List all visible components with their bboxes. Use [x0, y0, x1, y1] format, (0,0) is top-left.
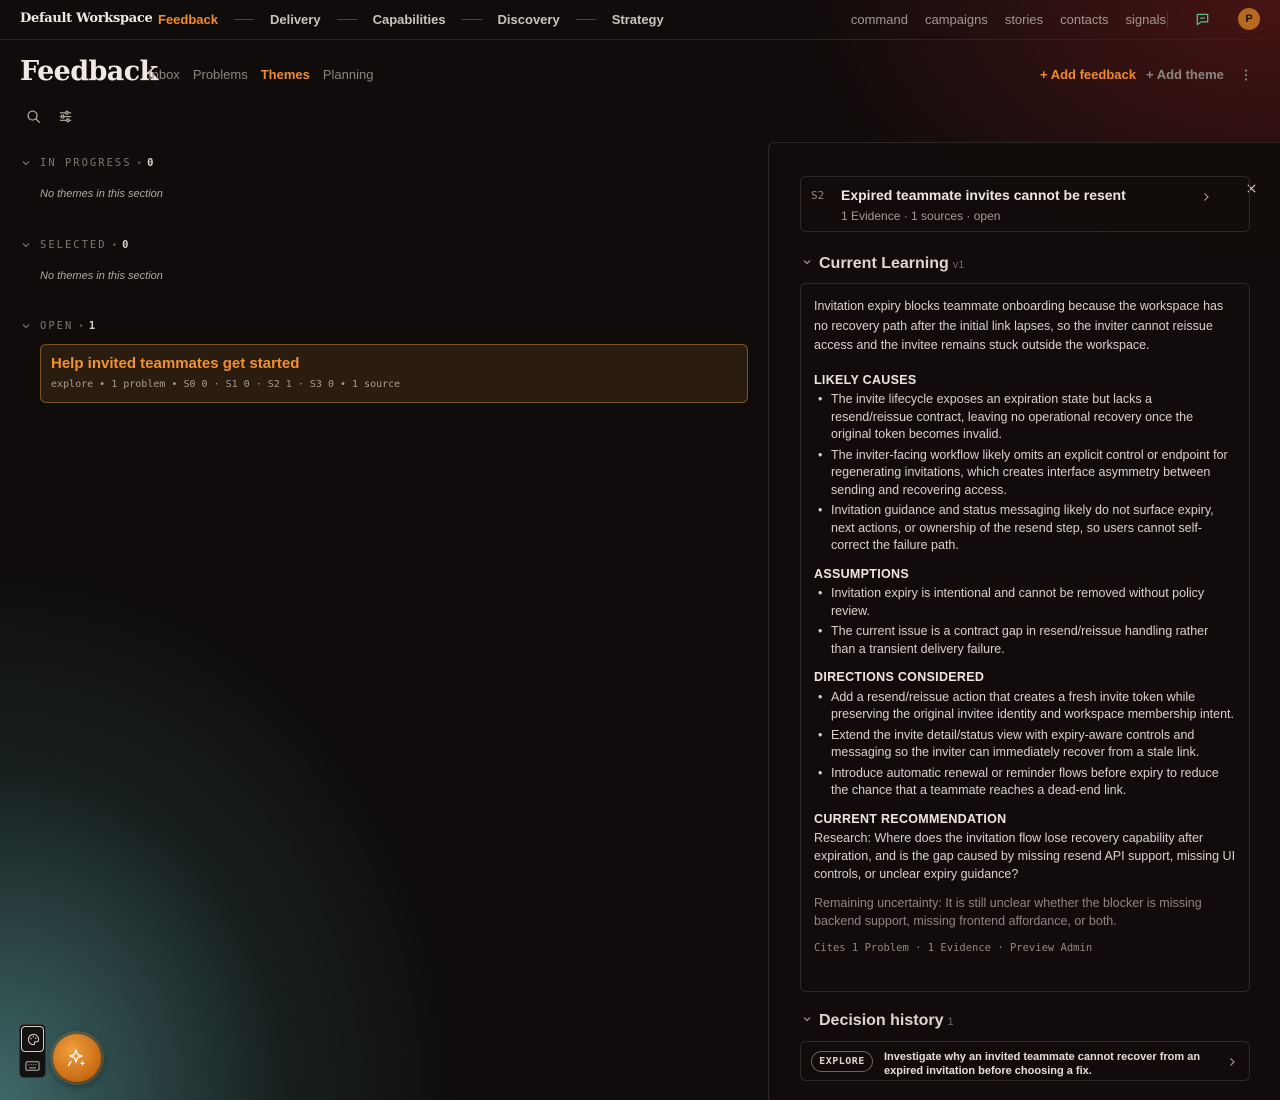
- divider: [1167, 12, 1168, 28]
- likely-causes-heading: LIKELY CAUSES: [814, 372, 917, 387]
- directions-heading: DIRECTIONS CONSIDERED: [814, 670, 985, 684]
- tab-problems[interactable]: Problems: [193, 67, 248, 82]
- list-item: The inviter-facing workflow likely omits…: [814, 447, 1236, 500]
- nav-contacts[interactable]: contacts: [1060, 12, 1108, 27]
- section-count: 0: [147, 157, 154, 169]
- list-item: Introduce automatic renewal or reminder …: [814, 765, 1236, 800]
- theme-detail-panel: S2 Expired teammate invites cannot be re…: [768, 142, 1280, 1100]
- section-open: OPEN • 1 Help invited teammates get star…: [20, 318, 750, 403]
- section-header[interactable]: SELECTED • 0: [20, 237, 750, 253]
- nav-capabilities[interactable]: Capabilities: [373, 12, 446, 27]
- decision-badge: EXPLORE: [811, 1051, 873, 1072]
- list-item: Invitation guidance and status messaging…: [814, 502, 1236, 555]
- section-title: IN PROGRESS: [40, 157, 132, 169]
- nav-separator: [461, 19, 482, 20]
- nav-separator: [233, 19, 254, 20]
- chevron-down-icon[interactable]: [20, 320, 32, 332]
- keyboard-icon[interactable]: [25, 1060, 40, 1072]
- nav-separator: [575, 19, 596, 20]
- ai-assistant-button[interactable]: [53, 1034, 101, 1082]
- decision-text: Investigate why an invited teammate cann…: [884, 1051, 1201, 1077]
- floating-toolbar: [19, 1024, 46, 1078]
- nav-strategy[interactable]: Strategy: [612, 12, 664, 27]
- learning-summary: Invitation expiry blocks teammate onboar…: [814, 299, 1224, 352]
- list-item: Add a resend/reissue action that creates…: [814, 689, 1236, 724]
- separator-dot: •: [112, 239, 117, 251]
- search-icon[interactable]: [26, 109, 41, 124]
- palette-button[interactable]: [21, 1026, 44, 1052]
- chevron-down-icon[interactable]: [20, 157, 32, 169]
- section-title: SELECTED: [40, 239, 107, 251]
- chevron-down-icon[interactable]: [801, 256, 813, 268]
- list-item: The current issue is a contract gap in r…: [814, 623, 1236, 658]
- add-theme-button[interactable]: + Add theme: [1146, 67, 1224, 82]
- page-title: Feedback: [20, 56, 158, 87]
- theme-meta: explore • 1 problem • S0 0 · S1 0 · S2 1…: [51, 379, 401, 390]
- problem-card[interactable]: S2 Expired teammate invites cannot be re…: [800, 176, 1250, 232]
- nav-separator: [336, 19, 357, 20]
- separator-dot: •: [137, 157, 142, 169]
- assumptions-heading: ASSUMPTIONS: [814, 566, 909, 581]
- severity-label: S2: [811, 189, 825, 202]
- section-in-progress: IN PROGRESS • 0 No themes in this sectio…: [20, 155, 750, 200]
- tab-inbox[interactable]: Inbox: [148, 67, 180, 82]
- feedback-tabs: Inbox Problems Themes Planning: [148, 67, 373, 82]
- nav-command[interactable]: command: [851, 12, 908, 27]
- list-item: Extend the invite detail/status view wit…: [814, 727, 1236, 762]
- section-count: 1: [88, 320, 96, 332]
- decision-count: 1: [947, 1016, 954, 1028]
- palette-icon: [27, 1033, 40, 1046]
- nav-discovery[interactable]: Discovery: [498, 12, 560, 27]
- list-item: The invite lifecycle exposes an expirati…: [814, 391, 1236, 444]
- nav-stories[interactable]: stories: [1005, 12, 1043, 27]
- nav-delivery[interactable]: Delivery: [270, 12, 321, 27]
- secondary-nav: command campaigns stories contacts signa…: [851, 12, 1166, 27]
- nav-feedback[interactable]: Feedback: [158, 12, 218, 27]
- top-bar: Default Workspace Feedback Delivery Capa…: [0, 0, 1280, 40]
- recommendation-text: Research: Where does the invitation flow…: [814, 831, 1236, 881]
- theme-title: Help invited teammates get started: [51, 355, 300, 372]
- citations: Cites 1 Problem · 1 Evidence · Preview A…: [814, 942, 1093, 955]
- empty-message: No themes in this section: [40, 270, 163, 282]
- nav-campaigns[interactable]: campaigns: [925, 12, 988, 27]
- section-header[interactable]: OPEN • 1: [20, 318, 750, 334]
- decision-history-header[interactable]: Decision history 1: [801, 1012, 954, 1030]
- chevron-right-icon: [1204, 193, 1209, 201]
- chevron-down-icon[interactable]: [20, 239, 32, 251]
- section-header[interactable]: IN PROGRESS • 0: [20, 155, 750, 171]
- separator-dot: •: [79, 320, 83, 332]
- directions-list: Add a resend/reissue action that creates…: [814, 689, 1236, 800]
- current-learning-title: Current Learning: [819, 255, 949, 272]
- version-label: v1: [952, 259, 965, 271]
- chevron-down-icon[interactable]: [801, 1013, 813, 1025]
- assumptions-list: Invitation expiry is intentional and can…: [814, 585, 1236, 658]
- recommendation-heading: CURRENT RECOMMENDATION: [814, 811, 1007, 826]
- more-options-icon[interactable]: [1242, 67, 1250, 83]
- list-item: Invitation expiry is intentional and can…: [814, 585, 1236, 620]
- theme-card[interactable]: Help invited teammates get started explo…: [40, 344, 748, 403]
- empty-message: No themes in this section: [40, 188, 163, 200]
- avatar[interactable]: P: [1238, 8, 1260, 30]
- decision-item[interactable]: EXPLORE Investigate why an invited teamm…: [800, 1041, 1250, 1081]
- chat-icon[interactable]: [1195, 12, 1210, 27]
- current-learning-header[interactable]: Current Learning v1: [801, 255, 964, 273]
- likely-causes-list: The invite lifecycle exposes an expirati…: [814, 391, 1236, 555]
- sparkle-icon: [67, 1049, 86, 1067]
- uncertainty-text: Remaining uncertainty: It is still uncle…: [814, 896, 1202, 929]
- problem-meta: 1 Evidence · 1 sources · open: [841, 209, 1001, 223]
- add-feedback-button[interactable]: + Add feedback: [1040, 67, 1136, 82]
- learning-card: Invitation expiry blocks teammate onboar…: [800, 283, 1250, 992]
- problem-title: Expired teammate invites cannot be resen…: [841, 187, 1126, 203]
- workspace-name[interactable]: Default Workspace: [20, 11, 153, 26]
- filter-sliders-icon[interactable]: [58, 109, 73, 124]
- tab-themes[interactable]: Themes: [261, 67, 310, 82]
- section-selected: SELECTED • 0 No themes in this section: [20, 237, 750, 282]
- section-count: 0: [122, 239, 129, 251]
- main-nav: Feedback Delivery Capabilities Discovery…: [158, 12, 664, 27]
- chevron-right-icon: [1230, 1058, 1235, 1066]
- section-title: OPEN: [40, 320, 74, 332]
- decision-history-title: Decision history: [819, 1012, 944, 1029]
- tab-planning[interactable]: Planning: [323, 67, 374, 82]
- nav-signals[interactable]: signals: [1126, 12, 1166, 27]
